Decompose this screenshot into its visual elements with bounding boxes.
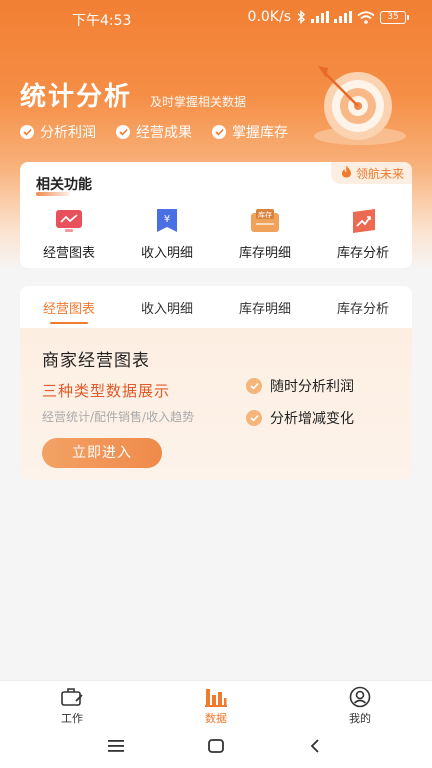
feature-label: 掌握库存 [232,125,288,141]
feature-label: 分析利润 [40,125,96,141]
flame-icon [341,165,352,181]
bullet-item: 随时分析利润 [246,376,354,396]
feature-list: 分析利润 经营成果 掌握库存 [20,122,288,142]
func-inventory-analysis[interactable]: 库存分析 [314,208,412,261]
panel-bullet-list: 随时分析利润 分析增减变化 [246,376,354,428]
tab-panel-card: 经营图表 收入明细 库存明细 库存分析 商家经营图表 三种类型数据展示 经营统计… [20,286,412,480]
back-icon[interactable] [310,738,320,757]
enter-now-button[interactable]: 立即进入 [42,438,162,468]
func-label: 库存分析 [336,246,389,261]
inventory-box-icon: 库存 [250,208,280,234]
feature-item: 分析利润 [20,122,96,142]
related-functions-card: 相关功能 领航未来 经营图表 ¥ 收入明细 库存 库存明细 库存分析 [20,162,412,268]
bottom-tab-bar: 工作 数据 我的 [0,680,432,726]
related-functions-title: 相关功能 [36,177,92,193]
tab-income-details[interactable]: 收入明细 [118,286,216,328]
svg-text:¥: ¥ [164,214,170,225]
status-bar: 下午4:53 0.0K/s 35 [0,0,432,36]
trend-card-icon [348,208,378,234]
tabbar-label: 工作 [61,712,83,725]
func-label: 经营图表 [42,246,95,261]
func-inventory-details[interactable]: 库存 库存明细 [216,208,314,261]
tabbar-label: 数据 [205,712,227,725]
menu-icon[interactable] [108,738,124,757]
panel-description: 经营统计/配件销售/收入趋势 [42,410,195,424]
briefcase-icon [60,686,84,708]
tab-inventory-details[interactable]: 库存明细 [216,286,314,328]
check-icon [20,125,34,139]
home-icon[interactable] [208,738,224,757]
target-illustration [308,58,412,148]
bullet-item: 分析增减变化 [246,408,354,428]
feature-item: 掌握库存 [212,122,288,142]
func-label: 库存明细 [238,246,291,261]
user-icon [349,686,371,708]
tab-bar: 经营图表 收入明细 库存明细 库存分析 [20,286,412,328]
lead-future-badge: 领航未来 [330,162,412,184]
tabbar-item-data[interactable]: 数据 [144,681,288,726]
function-grid: 经营图表 ¥ 收入明细 库存 库存明细 库存分析 [20,208,412,261]
signal-2-icon [334,11,352,23]
check-icon [212,125,226,139]
page-title: 统计分析 [20,82,133,112]
badge-label: 领航未来 [355,166,404,181]
check-icon [116,125,130,139]
feature-label: 经营成果 [136,125,192,141]
tab-inventory-analysis[interactable]: 库存分析 [314,286,412,328]
tab-business-charts[interactable]: 经营图表 [20,286,118,328]
system-nav-bar [0,726,432,768]
status-time: 下午4:53 [72,13,132,29]
check-icon [246,378,262,394]
panel-title: 商家经营图表 [42,351,150,371]
tab-content-panel: 商家经营图表 三种类型数据展示 经营统计/配件销售/收入趋势 随时分析利润 分析… [20,328,412,480]
func-income-details[interactable]: ¥ 收入明细 [118,208,216,261]
inventory-icon-text: 库存 [258,210,272,219]
panel-subtitle: 三种类型数据展示 [42,382,171,400]
tabbar-label: 我的 [349,712,371,725]
tabbar-item-mine[interactable]: 我的 [288,681,432,726]
bullet-label: 分析增减变化 [270,411,354,427]
battery-icon: 35 [380,10,409,24]
func-business-charts[interactable]: 经营图表 [20,208,118,261]
chart-monitor-icon [54,208,84,234]
status-icons: 0.0K/s 35 [247,9,409,25]
wifi-icon [357,10,375,24]
check-icon [246,410,262,426]
feature-item: 经营成果 [116,122,192,142]
tabbar-item-work[interactable]: 工作 [0,681,144,726]
bluetooth-icon [296,10,306,24]
func-label: 收入明细 [140,246,193,261]
signal-icon [311,11,329,23]
network-speed: 0.0K/s [247,9,291,25]
page-subtitle: 及时掌握相关数据 [150,95,247,109]
bullet-label: 随时分析利润 [270,379,354,395]
title-underline [36,192,70,196]
yen-bookmark-icon: ¥ [152,208,182,234]
bar-chart-icon [205,686,227,708]
